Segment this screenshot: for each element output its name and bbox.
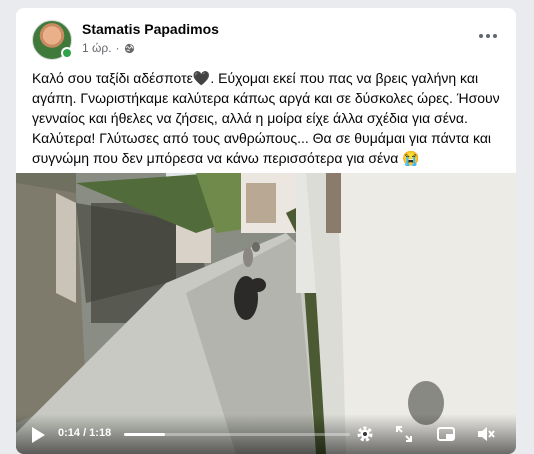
author-name[interactable]: Stamatis Papadimos	[82, 21, 219, 37]
video-frame	[16, 173, 516, 454]
more-horizontal-icon	[479, 34, 483, 38]
globe-icon	[124, 43, 134, 53]
avatar[interactable]	[32, 20, 73, 60]
meta-separator: ·	[115, 41, 120, 55]
picture-in-picture-icon[interactable]	[436, 424, 456, 444]
post-header: Stamatis Papadimos 1 ώρ. ·	[32, 20, 504, 64]
video-player[interactable]: 0:14 / 1:18	[16, 173, 516, 454]
online-status-dot	[61, 47, 73, 59]
post-meta: 1 ώρ. ·	[82, 41, 135, 55]
post-card: Stamatis Papadimos 1 ώρ. · Καλό σου ταξί…	[16, 8, 516, 454]
post-time[interactable]: 1 ώρ.	[82, 41, 112, 55]
video-progress-fill	[124, 433, 165, 436]
fullscreen-icon[interactable]	[394, 424, 414, 444]
video-progress-bar[interactable]	[124, 433, 350, 436]
volume-muted-icon[interactable]	[476, 424, 496, 444]
video-time: 0:14 / 1:18	[58, 427, 112, 439]
play-icon[interactable]	[30, 426, 46, 444]
gear-icon[interactable]	[355, 424, 375, 444]
more-dot	[486, 34, 490, 38]
more-options-button[interactable]	[472, 24, 504, 48]
crying-face-emoji: 😭	[402, 150, 420, 166]
video-controls: 0:14 / 1:18	[16, 414, 516, 454]
black-heart-emoji: 🖤	[192, 70, 211, 86]
post-text: Καλό σου ταξίδι αδέσποτε🖤. Εύχομαι εκεί …	[32, 68, 512, 168]
post-text-part1: Καλό σου ταξίδι αδέσποτε	[32, 70, 193, 86]
more-dot	[493, 34, 497, 38]
